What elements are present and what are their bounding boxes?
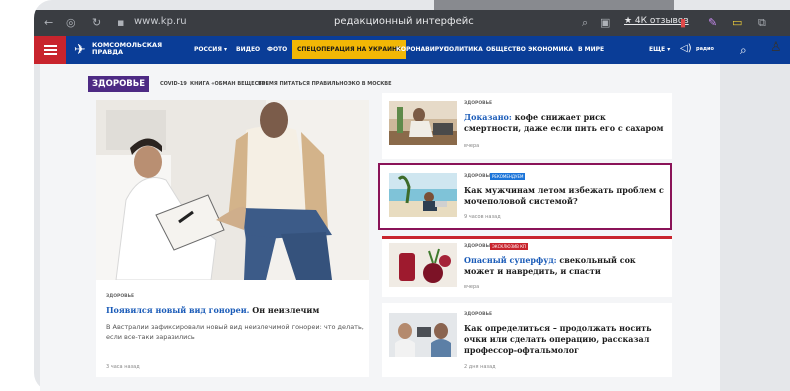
radio-icon[interactable]: ◁): [680, 43, 692, 54]
nav-item-video[interactable]: ВИДЕО: [236, 46, 260, 53]
side-article-headline[interactable]: Опасный суперфуд: свекольный сок может и…: [464, 255, 664, 277]
back-icon[interactable]: ←: [44, 16, 53, 30]
site-logo[interactable]: КОМСОМОЛЬСКАЯ ПРАВДА: [92, 42, 164, 56]
subnav-item-eco[interactable]: ЭКО В МОСКВЕ: [348, 81, 392, 87]
selection-highlight: [378, 163, 672, 230]
pen-icon[interactable]: ✎: [708, 16, 717, 30]
site-navbar: ✈ КОМСОМОЛЬСКАЯ ПРАВДА РОССИЯ ▾ ВИДЕО ФО…: [34, 36, 790, 64]
user-icon[interactable]: ♙: [770, 40, 782, 55]
subnav-item-nutrition[interactable]: ВРЕМЯ ПИТАТЬСЯ ПРАВИЛЬНО: [258, 81, 348, 87]
battery-icon: ▭: [732, 16, 743, 29]
nav-item-coronavirus[interactable]: КОРОНАВИРУС: [396, 46, 448, 53]
main-article-image[interactable]: [96, 100, 369, 280]
exclusive-badge: ЭКСКЛЮЗИВ КП: [490, 243, 529, 250]
background-ghost: [434, 0, 674, 10]
side-article-time: вчера: [464, 143, 480, 149]
address-bar[interactable]: www.kp.ru: [134, 16, 187, 27]
nav-item-economy[interactable]: ЭКОНОМИКА: [528, 46, 573, 53]
eye-exam-image[interactable]: [389, 313, 457, 357]
side-article-headline[interactable]: Как определиться – продолжать носить очк…: [464, 323, 669, 356]
side-article-headline-rest[interactable]: Как определиться – продолжать носить очк…: [464, 323, 652, 355]
nav-item-world[interactable]: В МИРЕ: [578, 46, 604, 53]
shield-icon[interactable]: ◎: [66, 16, 76, 30]
main-article-headline-rest[interactable]: Он неизлечим: [249, 305, 319, 315]
main-article-tag[interactable]: ЗДОРОВЬЕ: [106, 294, 134, 299]
nav-item-special-operation[interactable]: СПЕЦОПЕРАЦИЯ НА УКРАИНЕ: [292, 40, 407, 59]
bookmark-icon[interactable]: ▮: [680, 16, 686, 30]
lock-icon: ▪: [117, 16, 125, 29]
reload-icon[interactable]: ↻: [92, 16, 101, 30]
beet-juice-image[interactable]: [389, 243, 457, 287]
nav-item-photo[interactable]: ФОТО: [267, 46, 287, 53]
main-article-headline[interactable]: Появился новый вид гонореи. Он неизлечим: [106, 305, 361, 316]
nav-item-politics[interactable]: ПОЛИТИКА: [444, 46, 483, 53]
side-article-headline-lead[interactable]: Опасный суперфуд:: [464, 255, 557, 265]
page-title: редакционный интерфейс: [334, 16, 474, 27]
nav-item-society[interactable]: ОБЩЕСТВО: [486, 46, 526, 53]
search-icon[interactable]: ⌕: [740, 43, 747, 58]
nav-item-more[interactable]: ЕЩЕ ▾: [649, 46, 670, 53]
coffee-image[interactable]: [389, 101, 457, 145]
side-article-tag[interactable]: ЗДОРОВЬЕ: [464, 312, 492, 317]
extensions-icon[interactable]: ⧉: [758, 16, 766, 30]
search-icon[interactable]: ⌕: [582, 16, 588, 30]
nav-item-russia[interactable]: РОССИЯ ▾: [194, 46, 227, 53]
radio-label[interactable]: радио: [696, 46, 714, 52]
extension-icon[interactable]: ▣: [600, 16, 610, 30]
subnav-item-covid[interactable]: COVID-19: [160, 81, 187, 87]
browser-toolbar: ← ◎ ↻ ▪ www.kp.ru редакционный интерфейс…: [34, 10, 790, 36]
side-article-tag[interactable]: ЗДОРОВЬЕ: [464, 101, 492, 106]
subnav-item-book[interactable]: КНИГА «ОБМАН ВЕЩЕСТВ»: [190, 81, 269, 87]
reviews-link[interactable]: ★ 4К отзывов: [624, 16, 689, 26]
main-article-headline-lead[interactable]: Появился новый вид гонореи.: [106, 305, 249, 315]
side-article-tag[interactable]: ЗДОРОВЬЕ: [464, 244, 492, 249]
menu-icon[interactable]: [34, 36, 66, 64]
side-article-time: 2 дня назад: [464, 364, 496, 370]
section-title[interactable]: ЗДОРОВЬЕ: [88, 76, 150, 92]
side-article-headline[interactable]: Доказано: кофе снижает риск смертности, …: [464, 112, 664, 134]
main-article-time: 3 часа назад: [106, 364, 140, 370]
side-article-headline-lead[interactable]: Доказано:: [464, 112, 512, 122]
logo-icon[interactable]: ✈: [74, 42, 86, 58]
main-article-description: В Австралии зафиксировали новый вид неиз…: [106, 323, 364, 341]
side-article-time: вчера: [464, 284, 480, 290]
